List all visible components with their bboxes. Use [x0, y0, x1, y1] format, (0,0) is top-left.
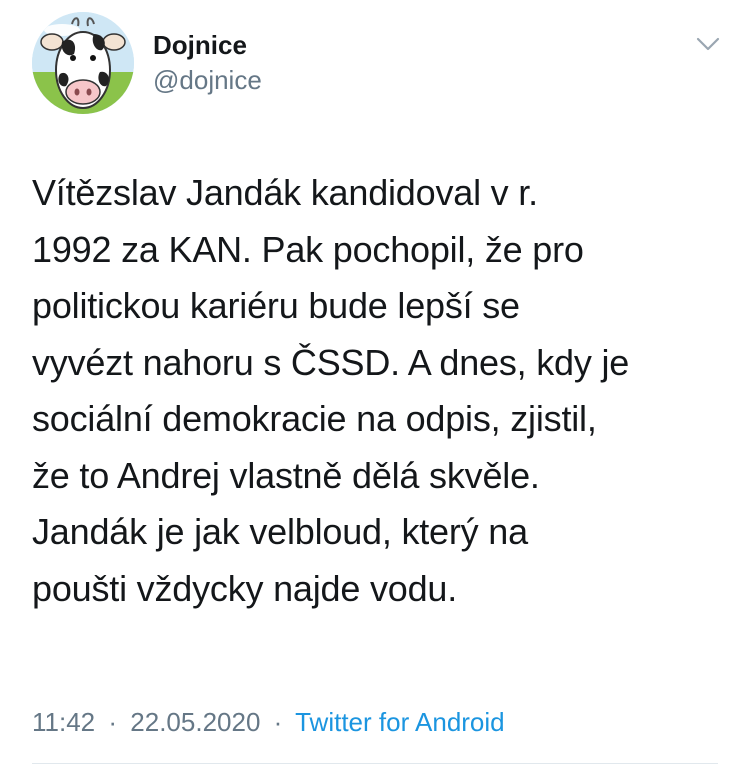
tweet-header: Dojnice @dojnice [32, 12, 722, 116]
avatar[interactable] [32, 12, 134, 114]
chevron-down-icon [696, 37, 720, 51]
tweet-meta: 11:42 · 22.05.2020 · Twitter for Android [32, 706, 505, 738]
display-name[interactable]: Dojnice [153, 30, 262, 60]
meta-separator: · [108, 707, 118, 737]
user-handle[interactable]: @dojnice [153, 64, 262, 96]
tweet-date[interactable]: 22.05.2020 [130, 707, 260, 737]
author-names: Dojnice @dojnice [153, 30, 262, 96]
tweet-source-link[interactable]: Twitter for Android [295, 707, 505, 737]
tweet-text: Vítězslav Jandák kandidoval v r. 1992 za… [32, 172, 630, 609]
meta-separator: · [273, 707, 283, 737]
divider [32, 763, 718, 764]
tweet-time[interactable]: 11:42 [32, 707, 95, 737]
tweet: Dojnice @dojnice Vítězslav Jandák kandid… [0, 0, 750, 769]
tweet-menu-button[interactable] [694, 34, 722, 54]
cow-avatar-icon [32, 12, 134, 114]
